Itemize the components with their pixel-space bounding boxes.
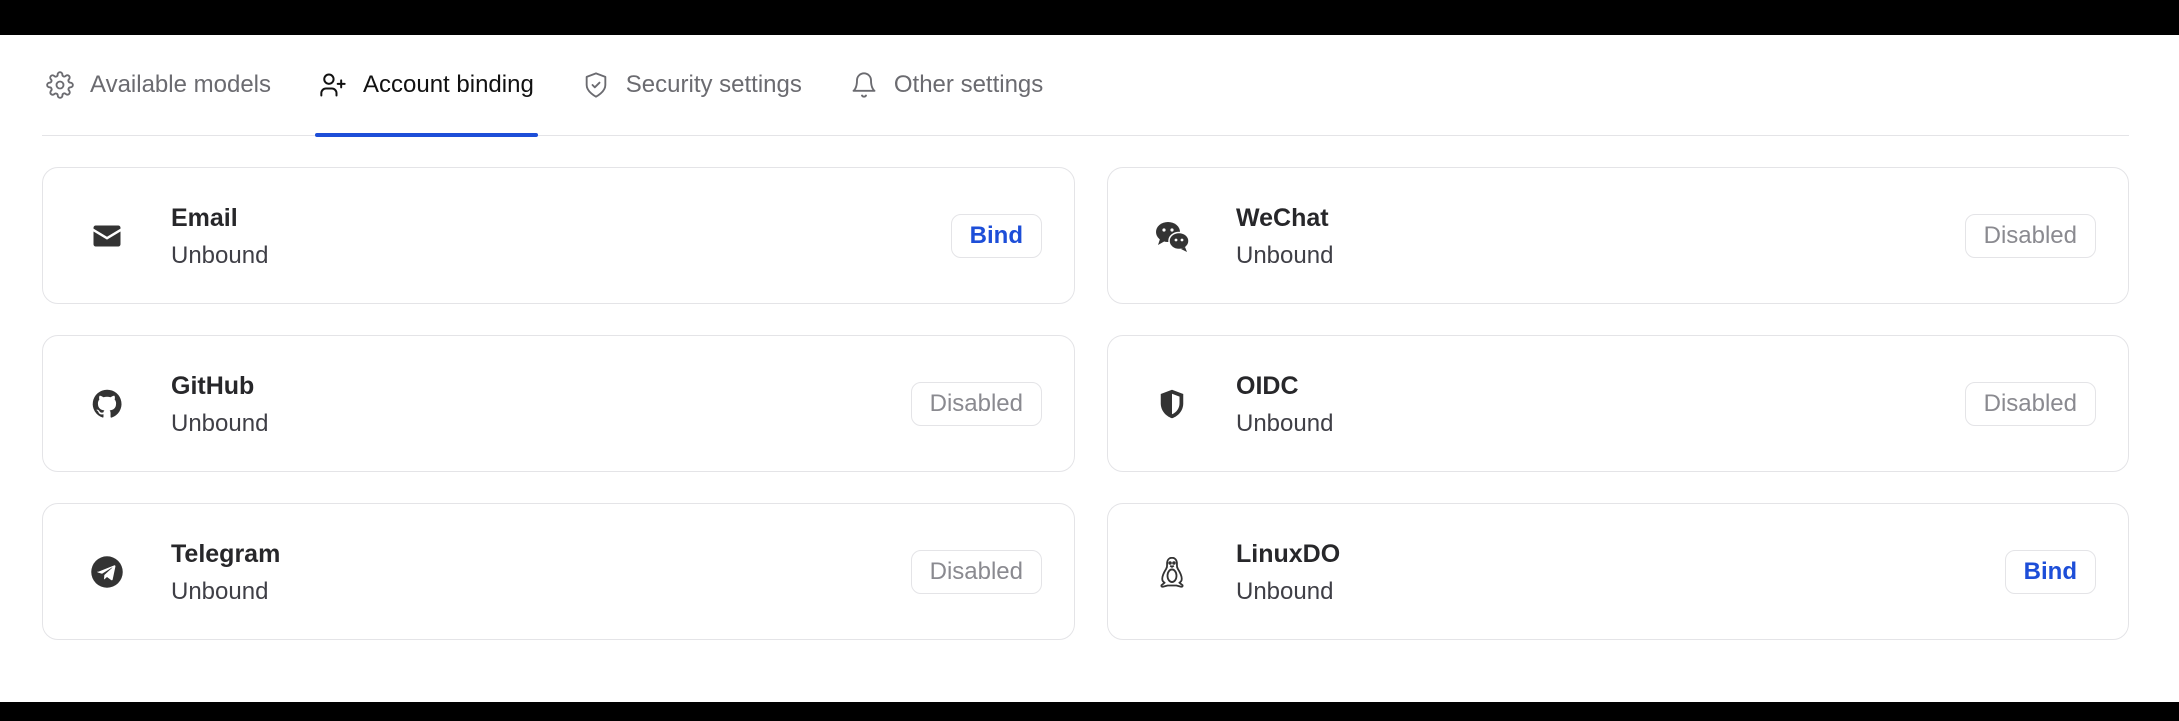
account-status: Unbound: [171, 410, 269, 437]
account-card-email: Email Unbound Bind: [42, 167, 1075, 304]
bind-button[interactable]: Bind: [950, 213, 1042, 258]
settings-tabs: Available models Account binding Securit…: [42, 35, 2129, 137]
tab-available-models[interactable]: Available models: [42, 35, 275, 135]
tab-security-settings[interactable]: Security settings: [578, 35, 806, 135]
account-status: Unbound: [171, 242, 269, 269]
tab-account-binding[interactable]: Account binding: [315, 35, 538, 137]
account-name: GitHub: [171, 372, 255, 400]
account-status: Unbound: [171, 578, 269, 605]
account-status: Unbound: [1236, 410, 1334, 437]
account-status: Unbound: [1236, 242, 1334, 269]
tab-other-settings[interactable]: Other settings: [846, 35, 1047, 135]
telegram-icon: [89, 554, 125, 590]
disabled-button[interactable]: Disabled: [1964, 213, 2096, 258]
mail-icon: [89, 218, 125, 254]
account-card-github: GitHub Unbound Disabled: [42, 335, 1075, 472]
github-icon: [89, 386, 125, 422]
disabled-button[interactable]: Disabled: [1964, 381, 2096, 426]
bottom-black-bar: [0, 702, 2179, 721]
tab-label: Account binding: [363, 71, 534, 98]
account-name: OIDC: [1236, 372, 1299, 400]
disabled-button[interactable]: Disabled: [910, 549, 1042, 594]
account-card-linuxdo: LinuxDO Unbound Bind: [1107, 503, 2129, 640]
shield-check-icon: [582, 71, 610, 99]
account-card-oidc: OIDC Unbound Disabled: [1107, 335, 2129, 472]
account-card-telegram: Telegram Unbound Disabled: [42, 503, 1075, 640]
account-name: Email: [171, 204, 238, 232]
account-name: WeChat: [1236, 204, 1329, 232]
disabled-button[interactable]: Disabled: [910, 381, 1042, 426]
account-card-wechat: WeChat Unbound Disabled: [1107, 167, 2129, 304]
account-name: LinuxDO: [1236, 540, 1341, 568]
account-name: Telegram: [171, 540, 281, 568]
tab-label: Available models: [90, 71, 271, 98]
settings-panel: Available models Account binding Securit…: [0, 35, 2179, 702]
account-binding-grid: Email Unbound Bind WeChat Unbound Disabl…: [42, 167, 2129, 640]
account-status: Unbound: [1236, 578, 1334, 605]
tab-label: Security settings: [625, 71, 802, 98]
top-black-bar: [0, 0, 2179, 35]
bell-icon: [850, 71, 878, 99]
tux-icon: [1154, 554, 1190, 590]
gear-icon: [46, 71, 74, 99]
user-plus-icon: [319, 71, 347, 99]
shield-icon: [1154, 386, 1190, 422]
wechat-icon: [1154, 218, 1190, 254]
bind-button[interactable]: Bind: [2004, 549, 2096, 594]
tab-label: Other settings: [893, 71, 1044, 98]
